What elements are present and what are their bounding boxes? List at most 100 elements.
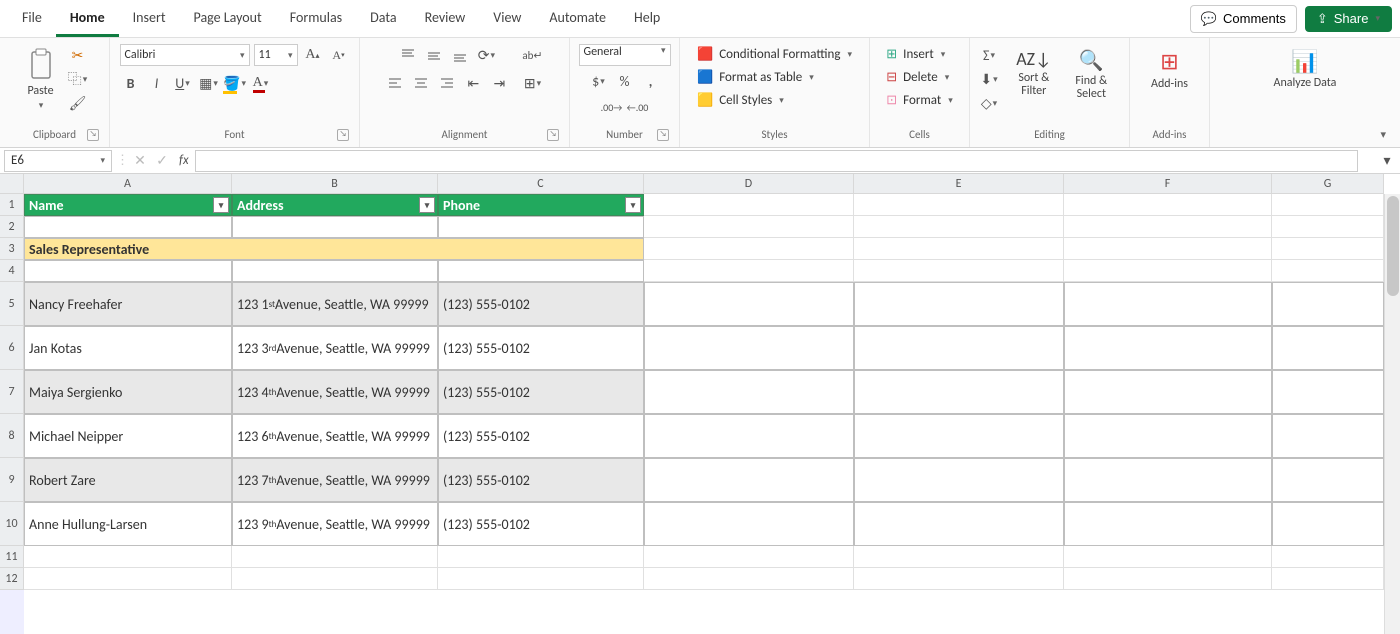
cell[interactable] [644,502,854,546]
cell[interactable] [24,568,232,590]
cell[interactable] [854,502,1064,546]
format-painter-button[interactable]: 🖌 [67,92,89,114]
filter-button[interactable]: ▾ [625,197,641,213]
tab-page-layout[interactable]: Page Layout [180,1,276,37]
cell[interactable] [232,260,438,282]
cell-address[interactable]: 123 6th Avenue, Seattle, WA 99999 [232,414,438,458]
cell-address[interactable]: 123 1st Avenue, Seattle, WA 99999 [232,282,438,326]
cell[interactable] [644,194,854,216]
bold-button[interactable]: B [120,72,142,94]
format-as-table-button[interactable]: 🟦Format as Table▾ [693,67,818,88]
cell[interactable] [1272,502,1384,546]
cell[interactable] [644,238,854,260]
decrease-indent-button[interactable]: ⇤ [462,72,484,94]
cell-name[interactable]: Maiya Sergienko [24,370,232,414]
cell-phone[interactable]: (123) 555-0102 [438,458,644,502]
filter-button[interactable]: ▾ [419,197,435,213]
row-header-10[interactable]: 10 [0,502,24,546]
addins-button[interactable]: ⊞ Add-ins [1145,44,1194,95]
tab-automate[interactable]: Automate [535,1,620,37]
cell[interactable] [644,546,854,568]
cell[interactable] [1064,458,1272,502]
align-middle-button[interactable] [423,44,445,66]
col-header-D[interactable]: D [644,174,854,194]
cell[interactable] [232,546,438,568]
cell[interactable] [1064,502,1272,546]
copy-button[interactable]: ⿻▾ [67,68,89,90]
cell-address[interactable]: 123 3rd Avenue, Seattle, WA 99999 [232,326,438,370]
format-cells-button[interactable]: ⊡Format▾ [882,90,956,111]
cell[interactable] [232,568,438,590]
accounting-format-button[interactable]: $▾ [588,70,610,92]
cell[interactable] [854,282,1064,326]
col-header-B[interactable]: B [232,174,438,194]
cell[interactable] [854,568,1064,590]
cell-phone[interactable]: (123) 555-0102 [438,370,644,414]
row-header-8[interactable]: 8 [0,414,24,458]
italic-button[interactable]: I [146,72,168,94]
row-header-12[interactable]: 12 [0,568,24,590]
cell[interactable] [1064,282,1272,326]
decrease-font-button[interactable]: A▾ [328,44,350,66]
cell[interactable] [854,260,1064,282]
fill-button[interactable]: ⬇▾ [978,68,1000,90]
cell[interactable] [1064,194,1272,216]
cell-name[interactable]: Anne Hullung-Larsen [24,502,232,546]
cell[interactable] [1272,282,1384,326]
collapse-ribbon-button[interactable]: ▾ [1380,128,1386,141]
cell[interactable] [1272,194,1384,216]
cancel-formula-button[interactable]: ✕ [129,150,151,172]
cell-name[interactable]: Jan Kotas [24,326,232,370]
cell[interactable] [854,326,1064,370]
cell[interactable] [1064,370,1272,414]
cell[interactable] [1272,216,1384,238]
cell[interactable] [232,216,438,238]
cell[interactable] [1272,414,1384,458]
table-header-address[interactable]: Address▾ [232,194,438,216]
cell[interactable] [1064,238,1272,260]
autosum-button[interactable]: Σ▾ [978,44,1000,66]
table-header-name[interactable]: Name▾ [24,194,232,216]
number-format-select[interactable]: General▾ [579,44,671,66]
align-center-button[interactable] [410,72,432,94]
cell-name[interactable]: Michael Neipper [24,414,232,458]
vertical-scrollbar[interactable]: ▲ [1384,194,1400,634]
cell[interactable] [1064,546,1272,568]
comma-format-button[interactable]: , [640,70,662,92]
insert-cells-button[interactable]: ⊞Insert▾ [882,44,949,65]
cell-name[interactable]: Nancy Freehafer [24,282,232,326]
font-size-select[interactable]: 11▾ [254,44,298,66]
fx-icon[interactable]: fx [173,153,195,168]
row-header-6[interactable]: 6 [0,326,24,370]
cell[interactable] [1064,216,1272,238]
decrease-decimal-button[interactable]: ←.00 [627,96,649,118]
clear-button[interactable]: ◇▾ [978,92,1000,114]
merge-button[interactable]: ⊞▾ [524,72,541,94]
font-name-select[interactable]: Calibri▾ [120,44,250,66]
font-launcher[interactable]: ↘ [337,129,349,141]
cell[interactable] [644,568,854,590]
cell[interactable] [1272,546,1384,568]
expand-formula-bar-button[interactable]: ▾ [1376,150,1398,172]
paste-button[interactable]: Paste ▾ [21,44,61,115]
conditional-formatting-button[interactable]: 🟥Conditional Formatting▾ [693,44,856,65]
section-header[interactable]: Sales Representative [24,238,644,260]
select-all-corner[interactable] [0,174,24,194]
col-header-G[interactable]: G [1272,174,1384,194]
enter-formula-button[interactable]: ✓ [151,150,173,172]
cell[interactable] [854,238,1064,260]
cell[interactable] [644,370,854,414]
cell[interactable] [1272,370,1384,414]
cell[interactable] [644,216,854,238]
percent-format-button[interactable]: % [614,70,636,92]
delete-cells-button[interactable]: ⊟Delete▾ [882,67,953,88]
cell[interactable] [1272,326,1384,370]
alignment-launcher[interactable]: ↘ [547,129,559,141]
font-color-button[interactable]: A▾ [250,72,272,94]
cell[interactable] [854,458,1064,502]
col-header-C[interactable]: C [438,174,644,194]
col-header-E[interactable]: E [854,174,1064,194]
share-button[interactable]: ⇪ Share ▾ [1305,6,1392,32]
scroll-thumb[interactable] [1387,196,1399,296]
cell[interactable] [1064,260,1272,282]
